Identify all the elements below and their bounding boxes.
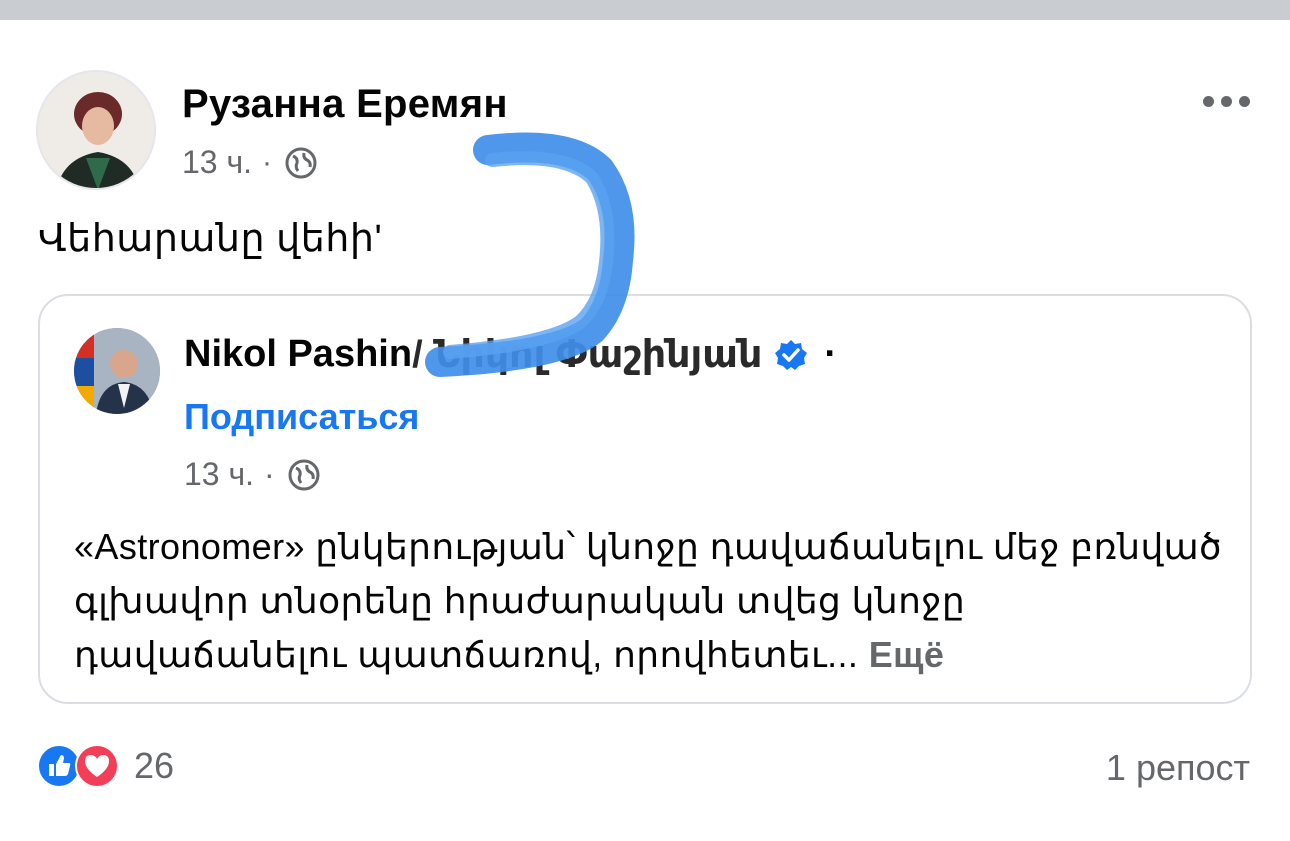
post-footer: 26 1 репост — [0, 735, 1290, 799]
shared-author-name-part1: Nikol Pashin — [184, 333, 413, 375]
shared-time[interactable]: 13 ч. — [184, 456, 254, 493]
post-header: Рузанна Еремян 13 ч. · — [0, 60, 1290, 200]
meta-separator: · — [262, 145, 273, 179]
globe-icon — [285, 147, 317, 178]
author-avatar[interactable] — [36, 70, 156, 190]
shared-author-name[interactable]: Nikol Pashin / Նիկոլ Փաշինյան · — [184, 332, 837, 377]
shared-meta-separator: · — [264, 456, 275, 492]
follow-link[interactable]: Подписаться — [184, 396, 419, 438]
globe-icon — [288, 459, 320, 490]
verified-badge-icon — [775, 339, 808, 370]
post-text: Վեհարանը վեհի' — [38, 218, 383, 260]
love-icon — [75, 744, 119, 788]
see-more-link[interactable]: Ещё — [869, 634, 945, 675]
shared-author-avatar[interactable] — [74, 328, 160, 414]
shared-name-separator: · — [824, 333, 838, 375]
shared-post-card[interactable]: Nikol Pashin / Նիկոլ Փաշինյան · Подписат… — [38, 294, 1252, 704]
shared-body-text: «Astronomer» ընկերության՝ կնոջը դավաճանե… — [74, 526, 1222, 675]
post-time[interactable]: 13 ч. — [182, 144, 252, 181]
post-meta: 13 ч. · — [182, 144, 318, 181]
reaction-count: 26 — [134, 745, 175, 786]
shared-author-name-part2: / Նիկոլ Փաշինյան — [412, 334, 763, 376]
top-divider — [0, 0, 1290, 34]
shared-post-body: «Astronomer» ընկերության՝ կնոջը դավաճանե… — [74, 520, 1224, 682]
more-options-icon[interactable] — [1196, 86, 1256, 116]
shared-meta: 13 ч. · — [184, 456, 321, 493]
share-count[interactable]: 1 репост — [1106, 747, 1250, 789]
author-name[interactable]: Рузанна Еремян — [182, 82, 508, 127]
reactions-summary[interactable]: 26 — [36, 743, 174, 789]
